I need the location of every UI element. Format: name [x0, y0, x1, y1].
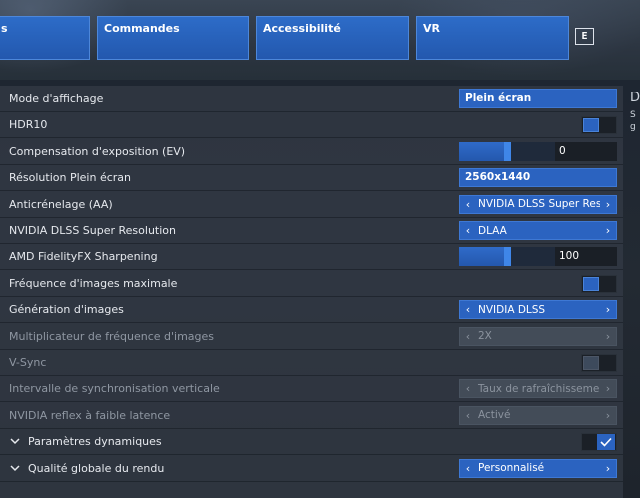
setting-label: Résolution Plein écran — [9, 171, 132, 185]
top-navigation-bar: s Commandes Accessibilité VR E — [0, 0, 640, 80]
next-tab-hotkey[interactable]: E — [575, 28, 594, 45]
setting-label: Mode d'affichage — [9, 92, 104, 105]
antialiasing-selector[interactable]: ‹ NVIDIA DLSS Super Resolution › — [459, 194, 617, 214]
tab-general[interactable]: s — [0, 16, 90, 60]
setting-row-exposure[interactable]: Compensation d'exposition (EV) 0 — [0, 139, 623, 165]
dynamic-settings-checkbox[interactable] — [581, 433, 617, 452]
chevron-left-icon[interactable]: ‹ — [460, 303, 476, 316]
setting-label: Fréquence d'images maximale — [9, 276, 178, 290]
chevron-left-icon[interactable]: ‹ — [460, 462, 476, 475]
resolution-button[interactable]: 2560x1440 — [459, 168, 617, 188]
selector-value: NVIDIA DLSS — [478, 303, 546, 316]
side-info-panel: D S g — [630, 92, 640, 133]
chevron-right-icon[interactable]: › — [600, 303, 616, 316]
render-quality-selector[interactable]: ‹ Personnalisé › — [459, 458, 617, 478]
slider-fill — [459, 141, 507, 161]
frame-generation-selector[interactable]: ‹ NVIDIA DLSS › — [459, 300, 617, 320]
frame-multiplier-selector: ‹ 2X › — [459, 326, 617, 346]
chevron-down-icon[interactable] — [9, 462, 21, 474]
setting-label: V-Sync — [9, 356, 47, 369]
setting-label: Intervalle de synchronisation verticale — [9, 382, 220, 396]
setting-row-sharpening[interactable]: AMD FidelityFX Sharpening 100 — [0, 244, 623, 271]
tab-commandes-label: Commandes — [104, 22, 180, 35]
sharpening-slider[interactable]: 100 — [459, 247, 617, 267]
exposure-slider[interactable]: 0 — [459, 141, 617, 161]
chevron-left-icon: ‹ — [465, 329, 471, 343]
chevron-left-icon: ‹ — [465, 408, 471, 422]
slider-handle[interactable] — [504, 141, 511, 161]
display-mode-button[interactable]: Plein écran — [459, 89, 617, 108]
toggle-knob — [583, 356, 599, 370]
chevron-left-icon: ‹ — [465, 382, 471, 396]
setting-label: Compensation d'exposition (EV) — [9, 144, 186, 158]
chevron-right-icon[interactable]: › — [600, 462, 616, 475]
checkmark-icon — [600, 438, 612, 447]
tab-vr[interactable]: VR — [416, 16, 569, 60]
chevron-right-icon[interactable]: › — [600, 224, 616, 237]
setting-row-frame-generation[interactable]: Génération d'images ‹ NVIDIA DLSS › — [0, 297, 623, 324]
setting-label: Génération d'images — [9, 303, 124, 317]
max-framerate-toggle[interactable] — [581, 274, 617, 293]
checkmark-box — [597, 434, 615, 451]
chevron-right-icon: › — [605, 329, 611, 343]
chevron-left-icon[interactable]: ‹ — [460, 198, 476, 211]
setting-row-antialiasing[interactable]: Anticrénelage (AA) ‹ NVIDIA DLSS Super R… — [0, 192, 623, 218]
tab-accessibilite[interactable]: Accessibilité — [256, 16, 409, 60]
chevron-right-icon[interactable]: › — [600, 198, 616, 211]
vsync-toggle — [581, 354, 617, 372]
toggle-knob — [583, 276, 599, 291]
reflex-selector: ‹ Activé › — [459, 405, 617, 425]
setting-label: HDR10 — [9, 118, 48, 132]
slider-track[interactable] — [459, 141, 555, 161]
vsync-interval-selector: ‹ Taux de rafraîchissement › — [459, 379, 617, 399]
slider-track[interactable] — [459, 247, 555, 267]
setting-row-dlss-sr[interactable]: NVIDIA DLSS Super Resolution ‹ DLAA › — [0, 218, 623, 244]
slider-handle[interactable] — [504, 247, 511, 267]
setting-row-frame-multiplier: Multiplicateur de fréquence d'images ‹ 2… — [0, 324, 623, 350]
setting-row-vsync: V-Sync — [0, 350, 623, 376]
selector-value: Taux de rafraîchissement — [478, 382, 600, 395]
tab-commandes[interactable]: Commandes — [97, 16, 249, 60]
setting-label: Multiplicateur de fréquence d'images — [9, 329, 215, 343]
setting-row-resolution[interactable]: Résolution Plein écran 2560x1440 — [0, 165, 623, 192]
exposure-value[interactable]: 0 — [555, 141, 617, 161]
side-info-text: g — [630, 122, 636, 132]
setting-row-display-mode[interactable]: Mode d'affichage Plein écran — [0, 86, 623, 112]
dlss-sr-selector[interactable]: ‹ DLAA › — [459, 221, 617, 240]
graphics-settings-panel: Mode d'affichage Plein écran HDR10 Compe… — [0, 86, 623, 498]
selector-value: 2X — [478, 330, 492, 343]
setting-label: Paramètres dynamiques — [28, 435, 162, 449]
setting-row-reflex: NVIDIA reflex à faible latence ‹ Activé … — [0, 403, 623, 429]
side-info-title: D — [630, 92, 640, 105]
side-info-text: S — [630, 110, 636, 120]
tab-general-label: s — [1, 22, 8, 35]
selector-value: Personnalisé — [478, 462, 545, 475]
selector-value: NVIDIA DLSS Super Resolution — [478, 198, 600, 211]
slider-fill — [459, 247, 507, 267]
setting-label: NVIDIA DLSS Super Resolution — [9, 224, 176, 237]
setting-label: AMD FidelityFX Sharpening — [9, 250, 158, 264]
setting-label: Anticrénelage (AA) — [9, 197, 113, 211]
tab-accessibilite-label: Accessibilité — [263, 22, 341, 35]
setting-row-max-framerate[interactable]: Fréquence d'images maximale — [0, 271, 623, 297]
hdr10-toggle[interactable] — [581, 116, 617, 135]
setting-row-dynamic-settings[interactable]: Paramètres dynamiques — [0, 429, 623, 456]
setting-row-hdr10[interactable]: HDR10 — [0, 112, 623, 139]
chevron-right-icon: › — [605, 408, 611, 422]
tab-vr-label: VR — [423, 22, 440, 35]
toggle-knob — [583, 118, 599, 133]
chevron-down-icon[interactable] — [9, 435, 21, 447]
chevron-right-icon: › — [605, 382, 611, 396]
setting-label: NVIDIA reflex à faible latence — [9, 408, 171, 422]
chevron-left-icon[interactable]: ‹ — [460, 224, 476, 237]
sharpening-value[interactable]: 100 — [555, 247, 617, 267]
setting-label: Qualité globale du rendu — [28, 461, 165, 475]
setting-row-render-quality[interactable]: Qualité globale du rendu ‹ Personnalisé … — [0, 456, 623, 482]
setting-row-vsync-interval: Intervalle de synchronisation verticale … — [0, 376, 623, 403]
selector-value: Activé — [478, 409, 511, 422]
selector-value: DLAA — [478, 224, 507, 237]
